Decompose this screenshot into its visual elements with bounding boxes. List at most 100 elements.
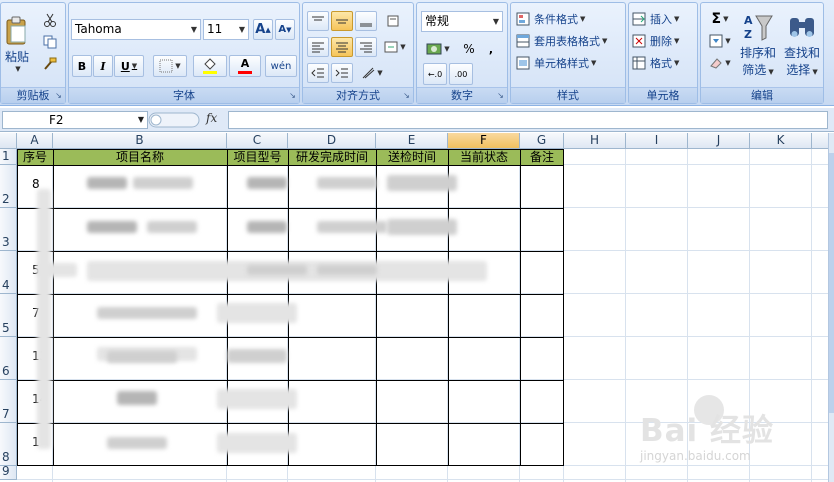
align-right-button[interactable] (355, 37, 377, 57)
redacted-cell-content (117, 391, 157, 405)
find-select-button[interactable]: 查找和 选择 ▼ (781, 9, 823, 85)
table-header-cell[interactable]: 项目型号 (227, 149, 288, 166)
fill-button[interactable]: ▼ (705, 31, 735, 51)
comma-button[interactable]: , (481, 39, 501, 59)
align-left-button[interactable] (307, 37, 329, 57)
align-top-button[interactable] (307, 11, 329, 31)
row-header-5[interactable]: 5 (0, 294, 17, 337)
paint-bucket-icon (204, 58, 216, 70)
orientation-button[interactable]: ▼ (357, 63, 387, 83)
number-group: 常规 ▼ ▼ % , ←.0 .00 数字 ↘ (416, 2, 508, 104)
shrink-font-button[interactable]: A ▼ (275, 19, 295, 40)
underline-button[interactable]: U ▼ (114, 55, 144, 77)
autosum-button[interactable]: Σ ▼ (705, 9, 735, 29)
insert-button[interactable]: 插入 ▼ (631, 9, 695, 29)
borders-button[interactable]: ▼ (153, 55, 187, 77)
fill-color-button[interactable] (193, 55, 227, 77)
formula-divider-knob-icon[interactable] (148, 111, 200, 129)
align-middle-button[interactable] (331, 11, 353, 31)
font-color-button[interactable]: A (229, 55, 261, 77)
scrollbar-thumb[interactable] (829, 153, 834, 413)
cut-button[interactable] (41, 11, 59, 29)
grow-font-button[interactable]: A ▲ (253, 19, 273, 40)
column-header-g[interactable]: G (520, 133, 564, 149)
text-orientation-icon (362, 67, 375, 79)
name-box[interactable]: F2 ▼ (2, 111, 148, 129)
cell-styles-button[interactable]: 单元格样式 ▼ (515, 53, 621, 73)
table-header-cell[interactable]: 备注 (520, 149, 564, 166)
sort-filter-button[interactable]: A Z 排序和 筛选 ▼ (737, 9, 779, 85)
insert-function-button[interactable]: fx (206, 111, 217, 125)
column-header-b[interactable]: B (53, 133, 227, 149)
table-vborder (448, 149, 449, 466)
row-header-9[interactable]: 9 (0, 464, 17, 480)
redacted-cell-content (227, 349, 287, 363)
column-header-d[interactable]: D (288, 133, 376, 149)
chevron-down-icon: ▼ (15, 64, 21, 73)
conditional-format-button[interactable]: 条件格式 ▼ (515, 9, 621, 29)
delete-button[interactable]: 删除 ▼ (631, 31, 695, 51)
format-painter-button[interactable] (41, 55, 59, 73)
phonetic-button[interactable]: wén (265, 55, 297, 77)
row-header-6[interactable]: 6 (0, 337, 17, 380)
align-center-button[interactable] (331, 37, 353, 57)
font-size-select[interactable]: 11 ▼ (203, 19, 249, 40)
bold-button[interactable]: B (72, 55, 92, 77)
wrap-text-button[interactable] (383, 11, 405, 31)
decrease-decimal-button[interactable]: .00 (449, 63, 473, 85)
column-header-i[interactable]: I (626, 133, 688, 149)
vertical-scrollbar[interactable] (828, 133, 834, 482)
increase-decimal-button[interactable]: ←.0 (423, 63, 447, 85)
percent-button[interactable]: % (459, 39, 479, 59)
increase-indent-button[interactable] (331, 63, 353, 83)
copy-button[interactable] (41, 33, 59, 51)
accounting-format-button[interactable]: ▼ (421, 39, 455, 59)
row-header-2[interactable]: 2 (0, 165, 17, 208)
row-header-3[interactable]: 3 (0, 208, 17, 251)
phonetic-icon: wén (270, 60, 292, 72)
column-header-f[interactable]: F (448, 133, 520, 149)
font-group: Tahoma ▼ 11 ▼ A ▲ A ▼ B I U ▼ ▼ A wén 字体… (68, 2, 300, 104)
format-cells-button[interactable]: 格式 ▼ (631, 53, 695, 73)
column-header-j[interactable]: J (688, 133, 750, 149)
column-header-k[interactable]: K (750, 133, 812, 149)
align-top-icon (312, 16, 324, 21)
row-header-1[interactable]: 1 (0, 149, 17, 165)
table-header-cell[interactable]: 当前状态 (448, 149, 520, 166)
formula-input[interactable] (228, 111, 828, 129)
column-header-a[interactable]: A (17, 133, 53, 149)
table-header-cell[interactable]: 送检时间 (376, 149, 448, 166)
align-center-icon (336, 42, 348, 53)
column-header-h[interactable]: H (564, 133, 626, 149)
row-header-7[interactable]: 7 (0, 380, 17, 423)
italic-button[interactable]: I (93, 55, 113, 77)
redacted-cell-content (217, 389, 297, 409)
number-format-select[interactable]: 常规 ▼ (421, 11, 503, 32)
table-header-cell[interactable]: 研发完成时间 (288, 149, 376, 166)
select-all-corner[interactable] (0, 133, 17, 149)
sort-filter-label-2: 筛选 ▼ (742, 63, 774, 77)
align-left-icon (312, 42, 324, 53)
font-name-select[interactable]: Tahoma ▼ (71, 19, 201, 40)
font-name-value: Tahoma (75, 22, 122, 36)
redacted-cell-content (37, 189, 51, 449)
row-header-4[interactable]: 4 (0, 251, 17, 294)
dialog-launcher-icon[interactable]: ↘ (496, 91, 505, 100)
table-format-icon (516, 34, 530, 48)
row-header-8[interactable]: 8 (0, 423, 17, 466)
worksheet[interactable]: ABCDEFGHIJK 123456789 序号 项目名称 项目型号 研发完成时间 送检… (0, 133, 834, 482)
table-header-cell[interactable]: 序号 (17, 149, 53, 166)
align-bottom-button[interactable] (355, 11, 377, 31)
table-header-cell[interactable]: 项目名称 (53, 149, 227, 166)
dialog-launcher-icon[interactable]: ↘ (54, 91, 63, 100)
paste-button[interactable]: 粘贴 ▼ (3, 7, 31, 81)
column-header-e[interactable]: E (376, 133, 448, 149)
decrease-indent-button[interactable] (307, 63, 329, 83)
dialog-launcher-icon[interactable]: ↘ (288, 91, 297, 100)
merge-center-button[interactable]: ▼ (381, 37, 409, 57)
dialog-launcher-icon[interactable]: ↘ (402, 91, 411, 100)
column-header-c[interactable]: C (227, 133, 288, 149)
grow-font-icon: A (255, 22, 266, 37)
clear-button[interactable]: ▼ (705, 53, 735, 73)
format-as-table-button[interactable]: 套用表格格式 ▼ (515, 31, 625, 51)
